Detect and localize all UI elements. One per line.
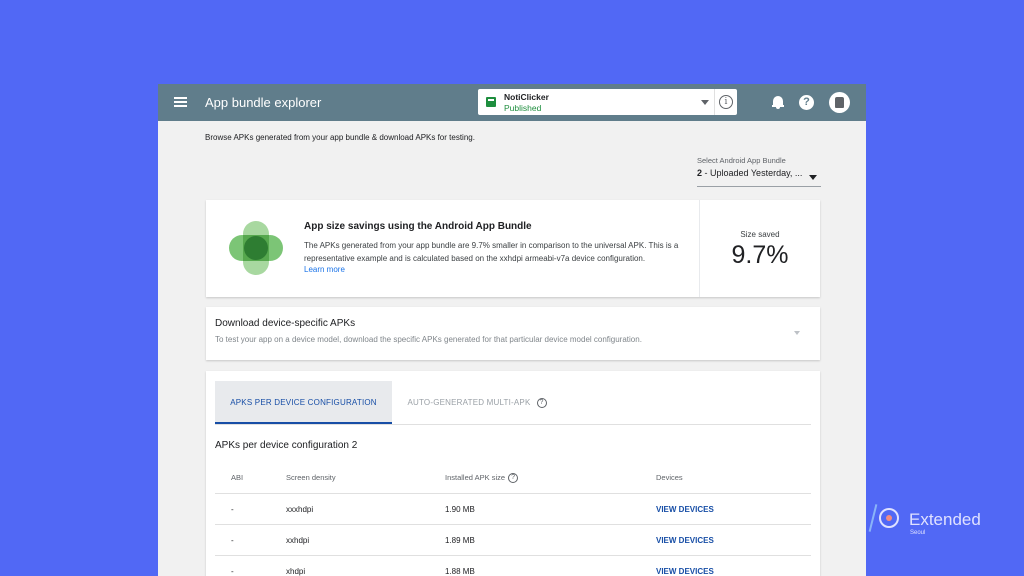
app-status: Published xyxy=(504,103,542,113)
savings-title: App size savings using the Android App B… xyxy=(304,221,532,232)
app-window: App bundle explorer NotiClicker Publishe… xyxy=(158,84,866,576)
table-cell-abi: - xyxy=(231,505,234,514)
bundle-select-label: Select Android App Bundle xyxy=(697,156,786,165)
column-header-installed-apk-size: Installed APK size? xyxy=(445,473,519,484)
view-devices-button[interactable]: VIEW DEVICES xyxy=(656,567,714,576)
info-icon[interactable]: i xyxy=(719,95,733,109)
extended-seoul-logo: Extended Seoul xyxy=(866,502,996,542)
logo-ring xyxy=(879,508,899,528)
chevron-down-icon[interactable] xyxy=(794,331,800,335)
divider xyxy=(215,493,811,494)
tab-auto-generated-multi-apk[interactable]: AUTO-GENERATED MULTI-APK? xyxy=(392,381,562,424)
chevron-down-icon xyxy=(809,175,817,180)
divider xyxy=(215,524,811,525)
apk-config-card: APKS PER DEVICE CONFIGURATION AUTO-GENER… xyxy=(206,371,820,576)
bundle-select[interactable]: 2 - Uploaded Yesterday, ... xyxy=(697,168,821,187)
size-saved-value: 9.7% xyxy=(731,241,789,269)
table-cell-size: 1.90 MB xyxy=(445,505,475,514)
view-devices-button[interactable]: VIEW DEVICES xyxy=(656,505,714,514)
divider xyxy=(215,555,811,556)
tab-apks-per-device[interactable]: APKS PER DEVICE CONFIGURATION xyxy=(215,381,392,424)
divider xyxy=(714,89,715,115)
logo-slash xyxy=(868,504,878,532)
question-icon[interactable]: ? xyxy=(536,397,547,408)
intro-text: Browse APKs generated from your app bund… xyxy=(205,133,475,142)
download-title: Download device-specific APKs xyxy=(215,318,356,329)
column-header-label: Installed APK size xyxy=(445,473,506,482)
download-apks-panel[interactable]: Download device-specific APKs To test yo… xyxy=(206,307,820,360)
divider xyxy=(215,424,811,425)
page-title: App bundle explorer xyxy=(205,95,322,110)
column-header-abi: ABI xyxy=(231,473,244,482)
tab-label: APKS PER DEVICE CONFIGURATION xyxy=(230,398,377,407)
avatar[interactable] xyxy=(829,92,850,113)
brand-city: Seoul xyxy=(910,530,926,536)
brand-name: Extended xyxy=(909,510,981,529)
learn-more-link[interactable]: Learn more xyxy=(304,265,345,274)
download-subtitle: To test your app on a device model, down… xyxy=(215,335,642,344)
size-savings-card: App size savings using the Android App B… xyxy=(206,200,820,297)
bell-icon[interactable] xyxy=(772,96,784,109)
view-devices-button[interactable]: VIEW DEVICES xyxy=(656,536,714,545)
column-header-screen-density: Screen density xyxy=(286,473,336,482)
app-selector[interactable]: NotiClicker Published i xyxy=(478,89,737,115)
table-cell-density: xhdpi xyxy=(286,567,306,576)
table-cell-size: 1.88 MB xyxy=(445,567,475,576)
size-saved-label: Size saved xyxy=(740,230,780,239)
help-icon[interactable]: ? xyxy=(799,95,814,110)
app-icon xyxy=(486,97,496,107)
table-cell-density: xxhdpi xyxy=(286,536,310,545)
table-cell-abi: - xyxy=(231,536,234,545)
table-cell-size: 1.89 MB xyxy=(445,536,475,545)
section-title: APKs per device configuration 2 xyxy=(215,440,358,451)
app-name: NotiClicker xyxy=(504,92,549,102)
topbar: App bundle explorer NotiClicker Publishe… xyxy=(158,84,866,121)
android-bundle-logo xyxy=(229,221,283,275)
tab-label: AUTO-GENERATED MULTI-APK xyxy=(407,398,531,407)
column-header-devices: Devices xyxy=(656,473,683,482)
question-icon[interactable]: ? xyxy=(508,473,519,484)
chevron-down-icon[interactable] xyxy=(701,100,709,105)
savings-description: The APKs generated from your app bundle … xyxy=(304,241,679,263)
menu-icon[interactable] xyxy=(174,97,187,107)
table-cell-density: xxxhdpi xyxy=(286,505,314,514)
bundle-value: - Uploaded Yesterday, ... xyxy=(702,168,803,178)
table-cell-abi: - xyxy=(231,567,234,576)
